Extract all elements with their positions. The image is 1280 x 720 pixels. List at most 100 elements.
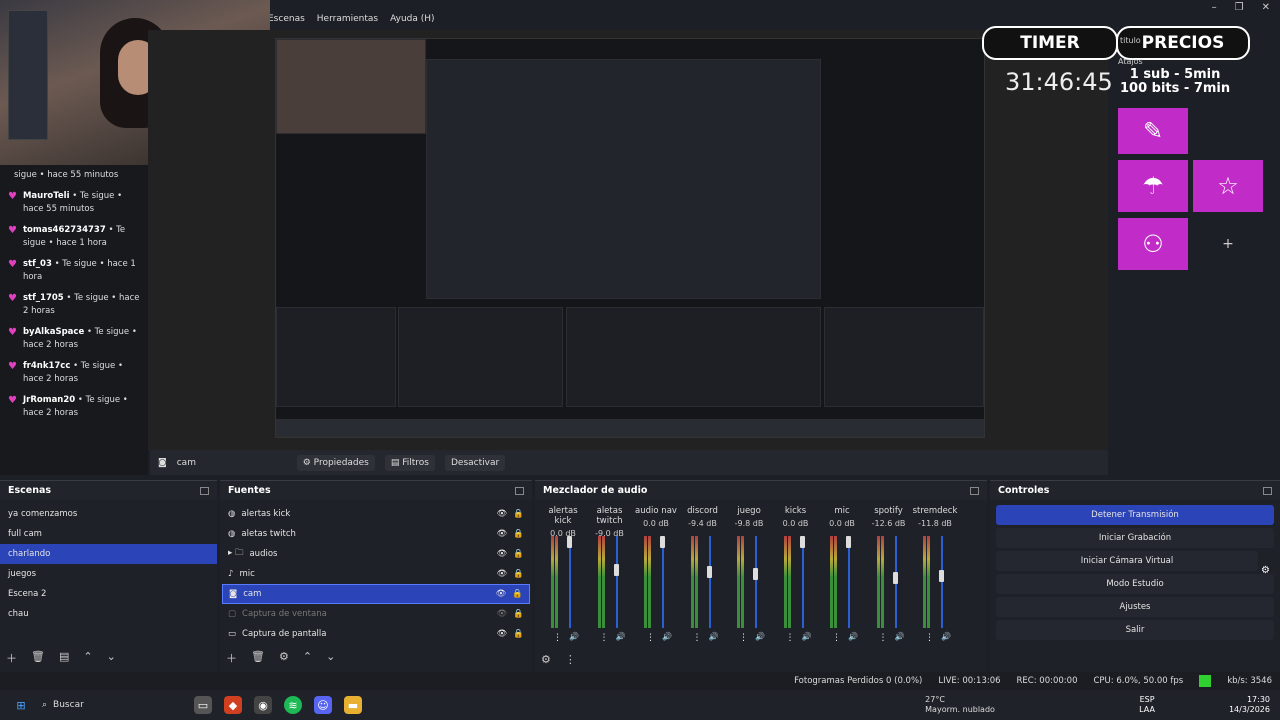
taskbar-search[interactable]: ⌕ Buscar [42, 700, 182, 710]
brave-icon[interactable]: ◆ [224, 696, 242, 714]
lock-icon[interactable]: 🔒 [513, 609, 524, 619]
pencil-icon[interactable]: ✎ [1118, 108, 1188, 154]
lock-icon[interactable]: 🔒 [513, 569, 524, 579]
up-icon[interactable]: ⌃ [303, 650, 312, 666]
scene-item[interactable]: Escena 2 [0, 584, 217, 604]
source-item[interactable]: ◙ cam 👁 🔒 [222, 584, 530, 604]
add-icon[interactable]: ＋ [6, 650, 17, 666]
more-icon[interactable]: ⋮ [646, 633, 655, 643]
fader-knob[interactable] [892, 572, 898, 584]
scene-item[interactable]: charlando [0, 544, 217, 564]
volume-fader[interactable] [615, 536, 618, 628]
popout-icon[interactable] [970, 486, 979, 495]
control-button[interactable]: Iniciar Grabación [996, 528, 1274, 548]
add-user-icon[interactable]: ⚇ [1118, 218, 1188, 270]
gear-icon[interactable]: ⚙ [1261, 565, 1270, 576]
deactivate-button[interactable]: Desactivar [445, 454, 506, 471]
gear-icon[interactable]: ⚙ [279, 650, 289, 666]
more-icon[interactable]: ⋮ [832, 633, 841, 643]
eye-icon[interactable]: 👁 [497, 529, 508, 539]
up-icon[interactable]: ⌃ [83, 650, 92, 666]
eye-icon[interactable]: 👁 [497, 609, 508, 619]
control-button[interactable]: Detener Transmisión [996, 505, 1274, 525]
add-icon[interactable]: ＋ [226, 650, 237, 666]
eye-icon[interactable]: 👁 [497, 569, 508, 579]
speaker-icon[interactable]: 🔊 [941, 632, 951, 641]
down-icon[interactable]: ⌄ [107, 650, 116, 666]
fader-knob[interactable] [567, 536, 572, 548]
close-button[interactable]: ✕ [1262, 2, 1270, 13]
folder-icon[interactable]: ▬ [344, 696, 362, 714]
blank-tile[interactable] [1193, 108, 1263, 154]
source-item[interactable]: ♪ mic 👁 🔒 [222, 564, 530, 584]
volume-fader[interactable] [801, 536, 804, 628]
filters-button[interactable]: ▤ Filtros [384, 454, 435, 471]
fader-knob[interactable] [799, 536, 805, 548]
windows-start-icon[interactable]: ⊞ [12, 696, 30, 714]
parachute-icon[interactable]: ☂ [1118, 160, 1188, 212]
trash-icon[interactable]: 🗑 [251, 650, 265, 666]
popout-icon[interactable] [515, 486, 524, 495]
lock-icon[interactable]: 🔒 [512, 589, 523, 599]
control-button[interactable]: Salir [996, 620, 1274, 640]
source-item[interactable]: ◍ alertas kick 👁 🔒 [222, 504, 530, 524]
fader-knob[interactable] [613, 564, 619, 576]
trash-icon[interactable]: 🗑 [31, 650, 45, 666]
properties-button[interactable]: ⚙ Propiedades [296, 454, 375, 471]
speaker-icon[interactable]: 🔊 [616, 632, 626, 641]
lock-icon[interactable]: 🔒 [513, 549, 524, 559]
control-button[interactable]: Modo Estudio [996, 574, 1274, 594]
more-icon[interactable]: ⋮ [786, 633, 795, 643]
volume-fader[interactable] [708, 536, 711, 628]
volume-fader[interactable] [662, 536, 664, 628]
scene-item[interactable]: juegos [0, 564, 217, 584]
more-icon[interactable]: ⋮ [600, 633, 609, 643]
speaker-icon[interactable]: 🔊 [662, 632, 672, 641]
speaker-icon[interactable]: 🔊 [802, 632, 812, 641]
scene-item[interactable]: chau [0, 604, 217, 624]
clock[interactable]: 17:30 14/3/2026 [1229, 695, 1280, 715]
speaker-icon[interactable]: 🔊 [755, 632, 765, 641]
more-icon[interactable]: ⋮ [879, 633, 888, 643]
filter-icon[interactable]: ▤ [59, 650, 69, 666]
taskview-icon[interactable]: ▭ [194, 696, 212, 714]
language-indicator[interactable]: ESP LAA [1139, 695, 1155, 715]
fader-knob[interactable] [706, 566, 712, 579]
speaker-icon[interactable]: 🔊 [848, 632, 858, 641]
more-icon[interactable]: ⋮ [693, 633, 702, 643]
control-button[interactable]: Ajustes [996, 597, 1274, 617]
scene-item[interactable]: full cam [0, 524, 217, 544]
lock-icon[interactable]: 🔒 [513, 529, 524, 539]
more-icon[interactable]: ⋮ [925, 633, 934, 643]
down-icon[interactable]: ⌄ [326, 650, 335, 666]
discord-icon[interactable]: ☺ [314, 696, 332, 714]
lock-icon[interactable]: 🔒 [513, 509, 524, 519]
fader-knob[interactable] [660, 536, 665, 548]
volume-fader[interactable] [755, 536, 757, 628]
lock-icon[interactable]: 🔒 [513, 629, 524, 639]
spotify-icon[interactable]: ≋ [284, 696, 302, 714]
source-item[interactable]: ▭ Captura de pantalla 👁 🔒 [222, 624, 530, 644]
eye-icon[interactable]: 👁 [497, 509, 508, 519]
speaker-icon[interactable]: 🔊 [569, 632, 579, 641]
speaker-icon[interactable]: 🔊 [709, 632, 719, 641]
control-button[interactable]: Iniciar Cámara Virtual [996, 551, 1258, 571]
star-icon[interactable]: ☆ [1193, 160, 1263, 212]
weather-widget[interactable]: 27°C Mayorm. nublado [925, 695, 1015, 715]
fader-knob[interactable] [753, 568, 758, 580]
source-item[interactable]: ▸ 🗀 audios 👁 🔒 [222, 544, 530, 564]
fader-knob[interactable] [846, 536, 851, 548]
eye-icon[interactable]: 👁 [497, 549, 508, 559]
eye-icon[interactable]: 👁 [496, 589, 507, 599]
more-icon[interactable]: ⋮ [565, 653, 576, 666]
more-icon[interactable]: ⋮ [553, 633, 562, 643]
fader-knob[interactable] [939, 570, 944, 583]
volume-fader[interactable] [569, 536, 571, 628]
scene-item[interactable]: ya comenzamos [0, 504, 217, 524]
source-item[interactable]: ▢ Captura de ventana 👁 🔒 [222, 604, 530, 624]
popout-icon[interactable] [200, 486, 209, 495]
volume-fader[interactable] [848, 536, 850, 628]
source-item[interactable]: ◍ aletas twitch 👁 🔒 [222, 524, 530, 544]
speaker-icon[interactable]: 🔊 [895, 632, 905, 641]
maximize-button[interactable]: ❐ [1235, 2, 1244, 13]
